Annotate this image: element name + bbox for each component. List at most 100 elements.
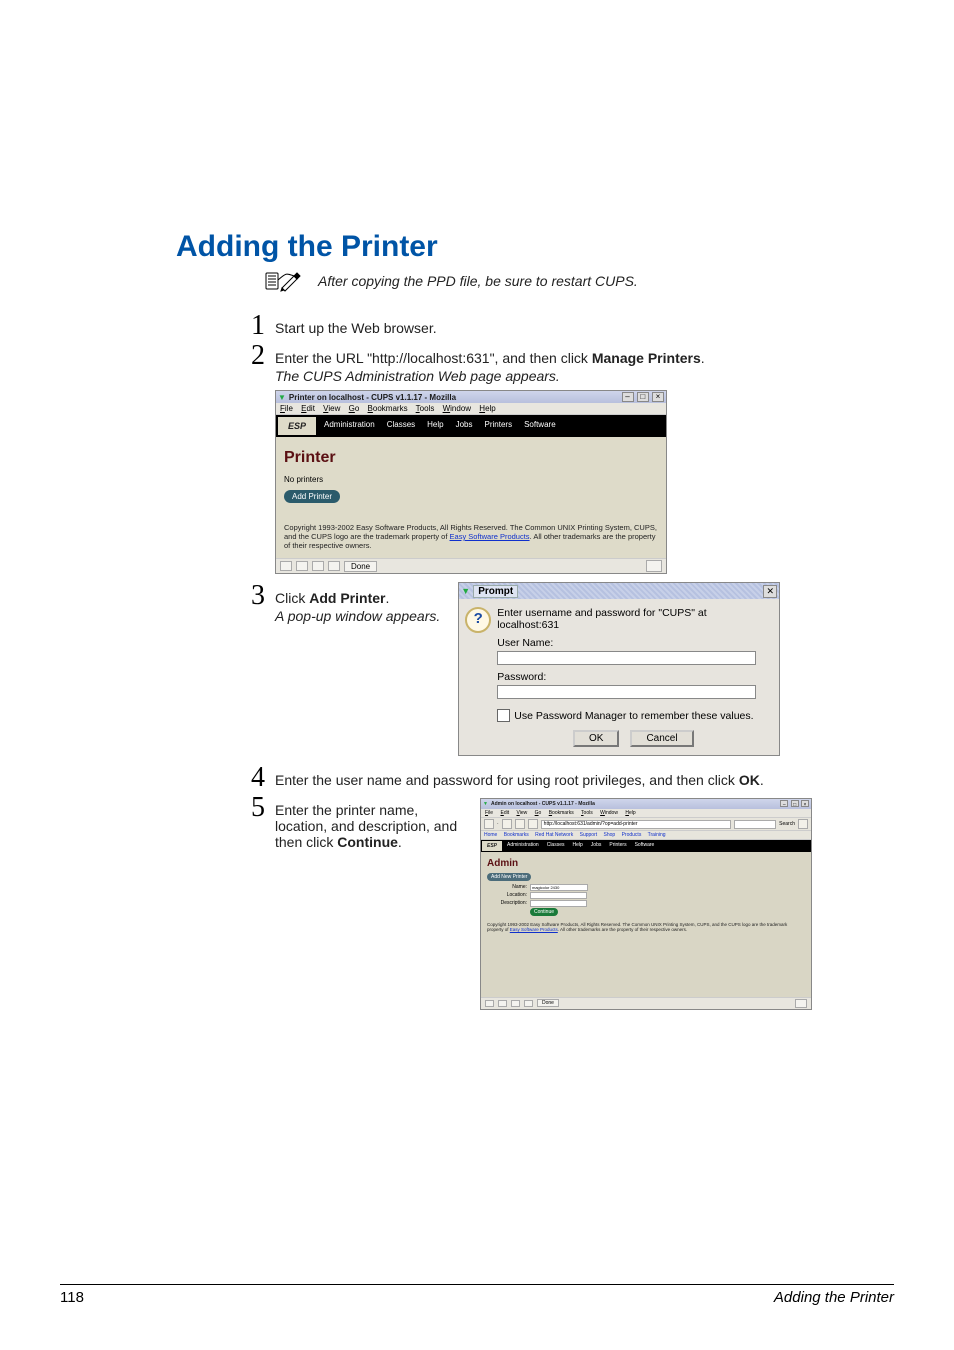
window-buttons-2: – □ × [779, 800, 809, 808]
step-4-part-b: . [760, 772, 764, 788]
toolbar-sep: · [497, 821, 499, 827]
step-3-text: Click Add Printer. A pop-up window appea… [275, 582, 440, 624]
nav-administration-2: Administration [503, 840, 543, 852]
browser-menubar: FFileile Edit View Go Bookmarks Tools Wi… [276, 403, 666, 415]
step-2-bold: Manage Printers [592, 350, 701, 366]
stop-icon [528, 819, 538, 829]
nav-administration: Administration [318, 415, 381, 437]
reload-icon [515, 819, 525, 829]
remember-label: Use Password Manager to remember these v… [514, 710, 753, 722]
add-new-printer-pill: Add New Printer [487, 873, 531, 881]
menu-tools: Tools [416, 404, 435, 413]
nav-jobs-2: Jobs [587, 840, 606, 852]
step-number-3: 3 [235, 582, 265, 624]
location-label: Location: [487, 892, 527, 899]
status-icon-2 [296, 561, 308, 571]
step-2-result: The CUPS Administration Web page appears… [275, 368, 894, 384]
close-icon-2: × [801, 800, 809, 807]
dialog-menu-icon: ▼ [461, 586, 470, 596]
cups-page-heading: Printer [284, 449, 658, 467]
dialog-ok-button: OK [573, 730, 619, 747]
screenshot-cups-admin-page: ▼ Admin on localhost - CUPS v1.1.17 - Mo… [480, 798, 812, 1010]
bm-home: Home [484, 832, 497, 838]
step-5-text: Enter the printer name, location, and de… [275, 794, 460, 850]
status-icon-2b [498, 1000, 507, 1007]
step-3-part-a: Click [275, 590, 309, 606]
no-printers-text: No printers [284, 475, 658, 484]
dialog-titlebar: ▼ Prompt ✕ [459, 583, 779, 599]
status-done-2: Done [537, 999, 559, 1007]
menu-file-2: File [485, 810, 493, 816]
back-icon [484, 819, 494, 829]
step-4-part-a: Enter the user name and password for usi… [275, 772, 739, 788]
window-title-2: Admin on localhost - CUPS v1.1.17 - Mozi… [491, 801, 779, 807]
bm-training: Training [648, 832, 666, 838]
bm-shop: Shop [604, 832, 616, 838]
close-icon: × [652, 392, 664, 402]
bm-support: Support [580, 832, 598, 838]
forward-icon [502, 819, 512, 829]
step-4-text: Enter the user name and password for usi… [275, 764, 894, 788]
question-icon: ? [465, 607, 491, 633]
menu-help-2: Help [625, 810, 635, 816]
nav-software-2: Software [631, 840, 659, 852]
auth-prompt-dialog: ▼ Prompt ✕ ? Enter username and password… [458, 582, 780, 756]
menu-edit-2: Edit [500, 810, 509, 816]
maximize-icon: □ [637, 392, 649, 402]
cups-logo-2: ESP [482, 841, 502, 851]
cups-nav-2: ESP Administration Classes Help Jobs Pri… [481, 840, 811, 852]
step-1-text: Start up the Web browser. [275, 312, 894, 336]
status-icon-4b [524, 1000, 533, 1007]
continue-button: Continue [530, 908, 558, 916]
minimize-icon: – [622, 392, 634, 402]
browser-statusbar-2: Done [481, 997, 811, 1009]
name-label: Name: [487, 884, 527, 891]
menu-view-2: View [516, 810, 527, 816]
description-label: Description: [487, 900, 527, 907]
dialog-title: Prompt [473, 585, 518, 598]
window-menu-icon-2: ▼ [483, 801, 488, 807]
browser-statusbar: Done [276, 558, 666, 573]
step-number-5: 5 [235, 794, 265, 850]
dialog-close-icon: ✕ [763, 585, 777, 598]
remember-checkbox [497, 709, 510, 722]
step-2-part-b: . [701, 350, 705, 366]
menu-go-2: Go [535, 810, 542, 816]
nav-classes-2: Classes [543, 840, 569, 852]
add-printer-button: Add Printer [284, 490, 340, 503]
cups-nav: ESP Administration Classes Help Jobs Pri… [276, 415, 666, 437]
menu-help: Help [479, 404, 495, 413]
footer-title: Adding the Printer [774, 1289, 894, 1306]
step-4-bold: OK [739, 772, 760, 788]
copyright-link: Easy Software Products [450, 532, 530, 541]
menu-window-2: Window [600, 810, 618, 816]
nav-jobs: Jobs [450, 415, 479, 437]
note-text: After copying the PPD file, be sure to r… [318, 273, 638, 289]
name-input: magicolor 2430 [530, 884, 588, 891]
window-menu-icon: ▼ [278, 393, 286, 402]
throbber-icon [646, 560, 662, 572]
username-input [497, 651, 755, 665]
cups-logo: ESP [278, 417, 316, 435]
nav-help: Help [421, 415, 449, 437]
search-label: Search [779, 821, 795, 827]
copyright-link-2: Easy Software Products [510, 927, 558, 932]
nav-software: Software [518, 415, 562, 437]
step-5-bold: Continue [337, 834, 398, 850]
menu-window: Window [443, 404, 471, 413]
menu-edit: Edit [301, 404, 315, 413]
description-input [530, 900, 587, 907]
location-input [530, 892, 587, 899]
bm-rhn: Red Hat Network [535, 832, 573, 838]
note-icon [264, 270, 310, 292]
step-2-part-a: Enter the URL "http://localhost:631", an… [275, 350, 592, 366]
cups-copyright-2: Copyright 1993-2002 Easy Software Produc… [487, 922, 805, 933]
step-number-4: 4 [235, 764, 265, 792]
copyright-b-2: . All other trademarks are the property … [558, 927, 687, 932]
status-icon-3 [312, 561, 324, 571]
step-number-1: 1 [235, 312, 265, 340]
page-number: 118 [60, 1289, 84, 1306]
bookmark-toolbar: Home Bookmarks Red Hat Network Support S… [481, 831, 811, 840]
window-buttons: – □ × [621, 392, 664, 402]
bm-bookmarks: Bookmarks [504, 832, 529, 838]
